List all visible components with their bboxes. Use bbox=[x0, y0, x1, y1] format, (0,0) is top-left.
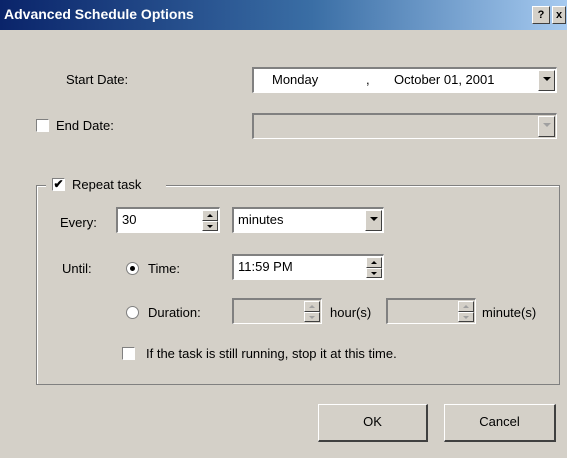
start-date-month-day: October 01, 2001 bbox=[394, 72, 495, 87]
time-spinner[interactable] bbox=[366, 257, 382, 278]
spin-down-icon[interactable] bbox=[202, 220, 218, 231]
stop-task-checkbox[interactable] bbox=[122, 347, 135, 360]
duration-label: Duration: bbox=[148, 305, 201, 320]
radio-selected-icon bbox=[130, 266, 135, 271]
time-field[interactable]: 11:59 PM bbox=[232, 254, 384, 280]
spin-down-icon[interactable] bbox=[366, 267, 382, 278]
check-mark-icon: ✔ bbox=[53, 177, 64, 191]
start-date-day: Monday bbox=[272, 72, 319, 87]
every-label: Every: bbox=[60, 215, 97, 230]
minutes-label: minute(s) bbox=[482, 305, 537, 320]
repeat-task-checkbox[interactable]: ✔ bbox=[52, 178, 65, 191]
interval-unit-value: minutes bbox=[238, 212, 284, 227]
spin-up-icon[interactable] bbox=[458, 301, 474, 312]
until-label: Until: bbox=[62, 261, 92, 276]
duration-minutes-field[interactable] bbox=[386, 298, 476, 324]
close-icon: x bbox=[555, 9, 563, 21]
cancel-button[interactable]: Cancel bbox=[444, 404, 556, 442]
spin-up-icon[interactable] bbox=[366, 257, 382, 268]
repeat-task-label: Repeat task bbox=[72, 177, 142, 192]
window-title: Advanced Schedule Options bbox=[4, 6, 194, 22]
every-value: 30 bbox=[122, 212, 137, 227]
time-label: Time: bbox=[148, 261, 181, 276]
spin-up-icon[interactable] bbox=[304, 301, 320, 312]
start-date-picker[interactable]: Monday , October 01, 2001 bbox=[252, 67, 557, 93]
start-date-dropdown-icon[interactable] bbox=[538, 70, 555, 91]
spin-up-icon[interactable] bbox=[202, 210, 218, 221]
every-spinner[interactable] bbox=[202, 210, 218, 231]
ok-button[interactable]: OK bbox=[318, 404, 428, 442]
spin-down-icon[interactable] bbox=[458, 311, 474, 322]
help-button[interactable]: ? bbox=[532, 6, 550, 24]
stop-task-label: If the task is still running, stop it at… bbox=[146, 346, 397, 361]
time-value: 11:59 PM bbox=[238, 259, 293, 274]
every-field[interactable]: 30 bbox=[116, 207, 220, 233]
minutes-spinner[interactable] bbox=[458, 301, 474, 322]
title-bar[interactable]: Advanced Schedule Options ? x bbox=[0, 0, 567, 30]
start-date-separator: , bbox=[366, 72, 370, 87]
start-date-label: Start Date: bbox=[66, 72, 129, 87]
repeat-task-legend: ✔ Repeat task bbox=[46, 175, 166, 195]
interval-unit-select[interactable]: minutes bbox=[232, 207, 384, 233]
duration-radio[interactable] bbox=[126, 306, 139, 319]
hours-spinner[interactable] bbox=[304, 301, 320, 322]
close-button[interactable]: x bbox=[552, 6, 566, 24]
advanced-schedule-dialog: Advanced Schedule Options ? x Start Date… bbox=[0, 0, 567, 458]
end-date-label: End Date: bbox=[56, 118, 114, 133]
end-date-picker[interactable] bbox=[252, 113, 557, 139]
hours-label: hour(s) bbox=[330, 305, 372, 320]
end-date-checkbox[interactable] bbox=[36, 119, 49, 132]
duration-hours-field[interactable] bbox=[232, 298, 322, 324]
end-date-dropdown-icon[interactable] bbox=[538, 116, 555, 137]
spin-down-icon[interactable] bbox=[304, 311, 320, 322]
interval-unit-dropdown-icon[interactable] bbox=[365, 210, 382, 231]
time-radio[interactable] bbox=[126, 262, 139, 275]
help-icon: ? bbox=[537, 9, 545, 21]
